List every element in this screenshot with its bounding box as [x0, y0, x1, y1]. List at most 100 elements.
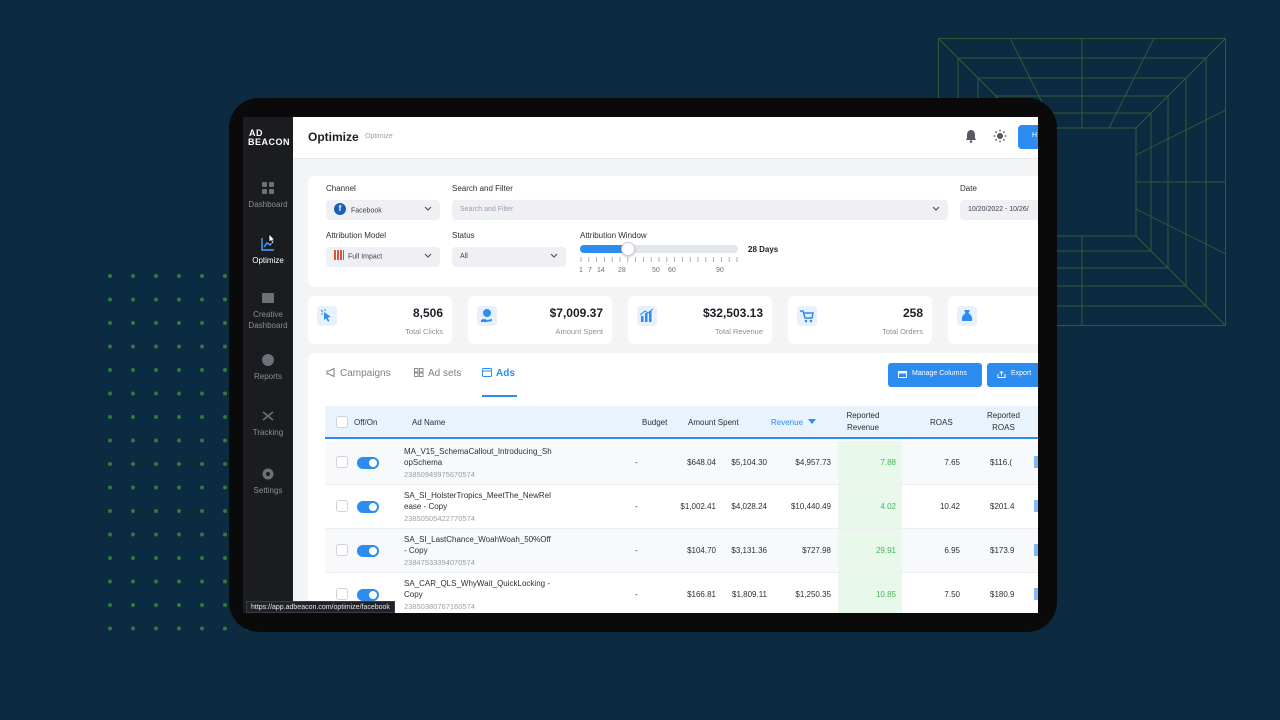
decorative-dot: [131, 626, 135, 631]
decorative-dot: [177, 321, 181, 325]
ad-name[interactable]: SA_SI_LastChance_WoahWoah_50%Off - Copy: [404, 534, 564, 556]
search-input[interactable]: Search and Filter: [452, 200, 948, 220]
row-toggle[interactable]: [357, 501, 379, 513]
decorative-dot: [177, 274, 181, 278]
tick-label: 50: [652, 267, 660, 274]
decorative-dot: [108, 556, 112, 560]
table-row[interactable]: SA_SI_LastChance_WoahWoah_50%Off - Copy …: [325, 529, 1038, 573]
col-off-on[interactable]: Off/On: [354, 417, 377, 429]
cell-revenue: $4,957.73: [795, 458, 831, 467]
decorative-dot: [177, 509, 181, 513]
decorative-dot: [200, 626, 204, 631]
row-toggle[interactable]: [357, 545, 379, 557]
decorative-dot: [131, 603, 135, 607]
sidebar-item-creative-dashboard[interactable]: Creative Dashboard: [243, 291, 293, 331]
decorative-dot: [154, 321, 158, 325]
date-label: Date: [960, 184, 977, 193]
col-reported-revenue[interactable]: Reported Revenue: [845, 410, 881, 434]
row-checkbox[interactable]: [336, 500, 348, 512]
decorative-dot: [200, 509, 204, 513]
decorative-dot: [177, 626, 181, 631]
cell-reported-roas: $173.9: [990, 546, 1015, 555]
decorative-dot: [200, 344, 204, 349]
ad-name-line: SA_SI_HolsterTropics_MeetThe_NewRel: [404, 491, 551, 500]
row-checkbox[interactable]: [336, 456, 348, 468]
decorative-dot: [108, 485, 112, 490]
pie-icon: [262, 354, 274, 366]
decorative-dot: [154, 462, 158, 466]
ad-name[interactable]: SA_CAR_QLS_WhyWait_QuickLocking - Copy: [404, 578, 564, 600]
date-range-picker[interactable]: 10/20/2022 - 10/26/: [960, 200, 1038, 220]
sidebar-item-settings[interactable]: Settings: [243, 467, 293, 496]
decorative-dot: [200, 603, 204, 607]
col-ad-name[interactable]: Ad Name: [412, 417, 445, 429]
channel-select[interactable]: f Facebook: [326, 200, 440, 220]
attribution-model-select[interactable]: Full Impact: [326, 247, 440, 267]
cell-amount-spent: $3,131.36: [731, 546, 767, 555]
row-action-icon[interactable]: [1034, 544, 1038, 556]
decorative-dot: [200, 368, 204, 372]
cell-roas: 7.50: [944, 590, 960, 599]
ad-name[interactable]: SA_SI_HolsterTropics_MeetThe_NewRel ease…: [404, 490, 564, 512]
tick-label: 60: [668, 267, 676, 274]
decorative-dot: [154, 415, 158, 419]
col-reported-roas[interactable]: Reported ROAS: [987, 410, 1020, 434]
header-action-button[interactable]: H: [1018, 125, 1038, 149]
row-action-icon[interactable]: [1034, 588, 1038, 600]
sun-icon[interactable]: [993, 129, 1007, 143]
row-action-icon[interactable]: [1034, 500, 1038, 512]
decorative-dot: [108, 297, 112, 302]
tab-ads[interactable]: Ads: [482, 368, 515, 379]
manage-columns-button[interactable]: Manage Columns: [888, 363, 982, 387]
decorative-dot: [200, 579, 204, 584]
decorative-dot: [154, 485, 158, 490]
row-action-icon[interactable]: [1034, 456, 1038, 468]
col-header-line: Reported: [846, 411, 880, 420]
decorative-dot: [177, 462, 181, 466]
decorative-dot: [200, 462, 204, 466]
cell-roas: 7.65: [944, 458, 960, 467]
sidebar-item-reports[interactable]: Reports: [243, 353, 293, 382]
select-all-checkbox[interactable]: [336, 416, 348, 428]
col-revenue[interactable]: Revenue: [771, 417, 817, 429]
status-select[interactable]: All: [452, 247, 566, 267]
tab-label: Campaigns: [340, 368, 391, 379]
attribution-window-slider[interactable]: [580, 242, 738, 256]
decorative-dot: [177, 556, 181, 560]
ad-name[interactable]: MA_V15_SchemaCallout_Introducing_Sh opSc…: [404, 446, 564, 468]
export-button[interactable]: Export: [987, 363, 1038, 387]
decorative-dot: [177, 532, 181, 537]
table-row[interactable]: SA_SI_HolsterTropics_MeetThe_NewRel ease…: [325, 485, 1038, 529]
col-amount-spent[interactable]: Amount Spent: [688, 417, 739, 429]
bell-icon[interactable]: [965, 129, 977, 143]
toggle-knob: [369, 547, 377, 555]
row-toggle[interactable]: [357, 457, 379, 469]
row-checkbox[interactable]: [336, 544, 348, 556]
col-budget[interactable]: Budget: [642, 417, 667, 429]
table-row[interactable]: MA_V15_SchemaCallout_Introducing_Sh opSc…: [325, 441, 1038, 485]
tab-ad-sets[interactable]: Ad sets: [414, 368, 461, 379]
tab-campaigns[interactable]: Campaigns: [326, 368, 391, 379]
logo[interactable]: AD BEACON: [247, 129, 291, 147]
cell-amount-spent: $5,104.30: [731, 458, 767, 467]
row-toggle[interactable]: [357, 589, 379, 601]
slider-handle[interactable]: [621, 242, 636, 256]
tick-label: 7: [588, 267, 592, 274]
decorative-dot: [108, 462, 112, 466]
cell-revenue: $727.98: [802, 546, 831, 555]
chevron-down-icon: [932, 206, 940, 211]
decorative-dot: [223, 603, 227, 607]
cell-reported-roas: $201.4: [990, 502, 1015, 511]
cell-revenue: $1,250.35: [795, 590, 831, 599]
col-roas[interactable]: ROAS: [930, 417, 953, 429]
tick-label: 1: [579, 267, 583, 274]
decorative-dot: [223, 556, 227, 560]
sidebar-item-tracking[interactable]: Tracking: [243, 409, 293, 438]
table-row[interactable]: SA_CAR_QLS_WhyWait_QuickLocking - Copy 2…: [325, 573, 1038, 613]
row-checkbox[interactable]: [336, 588, 348, 600]
decorative-dot: [131, 368, 135, 372]
decorative-dot: [223, 532, 227, 537]
sidebar-item-dashboard[interactable]: Dashboard: [243, 181, 293, 210]
stat-label: Total Clicks: [405, 327, 443, 336]
cell-reported-roas: $116.(: [990, 458, 1013, 467]
